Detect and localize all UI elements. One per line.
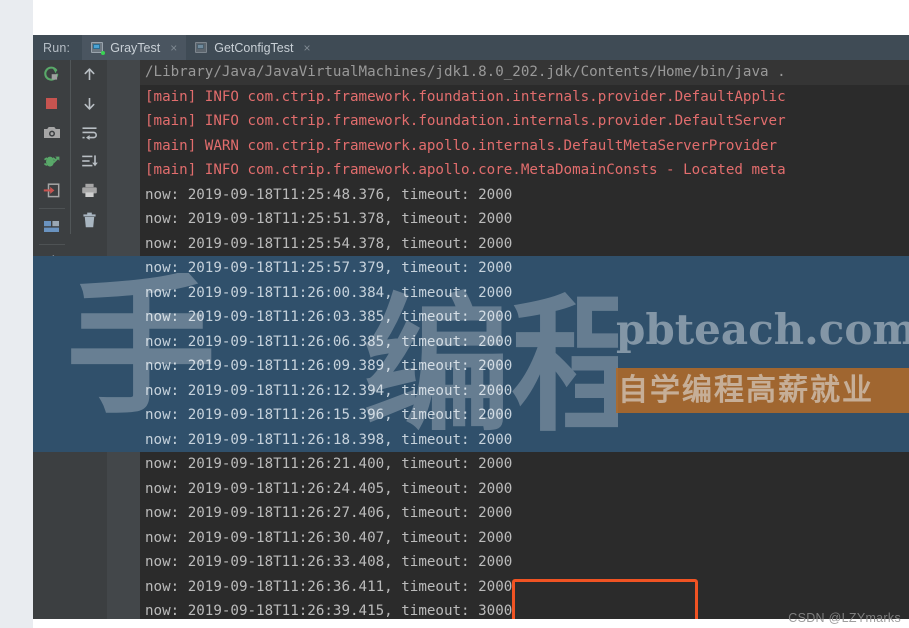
console-line: now: 2019-09-18T11:26:33.408, timeout: 2… [145, 554, 513, 570]
trash-icon[interactable] [71, 205, 107, 234]
console-selection-band-left [33, 256, 140, 452]
page-background-bottom-strip [33, 619, 909, 628]
tab-graytest-close-icon[interactable]: × [170, 42, 177, 54]
console-line: [main] INFO com.ctrip.framework.foundati… [145, 113, 786, 129]
run-configuration-icon [91, 41, 106, 55]
console-line: /Library/Java/JavaVirtualMachines/jdk1.8… [140, 60, 909, 85]
console-line: now: 2019-09-18T11:26:09.389, timeout: 2… [140, 354, 909, 379]
run-tool-window: Run: GrayTest × GetConfigTest × /Library… [33, 35, 909, 619]
console-output[interactable]: /Library/Java/JavaVirtualMachines/jdk1.8… [140, 60, 909, 619]
console-line: now: 2019-09-18T11:25:48.376, timeout: 2… [145, 186, 513, 203]
rerun-icon[interactable] [33, 60, 70, 89]
arrow-up-icon[interactable] [71, 60, 107, 89]
page-background-left-strip [0, 0, 33, 628]
layout-icon[interactable] [33, 212, 70, 241]
print-icon[interactable] [71, 176, 107, 205]
arrow-down-icon[interactable] [71, 89, 107, 118]
console-line: now: 2019-09-18T11:26:27.406, timeout: 2… [145, 505, 513, 521]
page-background-top-strip [0, 0, 909, 35]
console-line: now: 2019-09-18T11:26:03.385, timeout: 2… [140, 305, 909, 330]
debug-icon[interactable] [33, 147, 70, 176]
scroll-to-end-icon[interactable] [71, 147, 107, 176]
console-line: now: 2019-09-18T11:25:51.378, timeout: 2… [145, 211, 513, 227]
console-line: now: 2019-09-18T11:26:21.400, timeout: 2… [145, 456, 513, 472]
tab-getconfigtest-label: GetConfigTest [214, 40, 294, 55]
soft-wrap-icon[interactable] [71, 118, 107, 147]
csdn-credit-watermark: CSDN @LZYmarks [788, 611, 901, 625]
console-line: now: 2019-09-18T11:26:24.405, timeout: 2… [145, 480, 513, 497]
console-line: now: 2019-09-18T11:26:00.384, timeout: 2… [140, 280, 909, 305]
run-window-label: Run: [43, 40, 71, 55]
console-line: [main] INFO com.ctrip.framework.foundati… [145, 88, 786, 105]
camera-icon[interactable] [33, 118, 70, 147]
run-toolbar-primary-column [33, 60, 70, 277]
console-line: now: 2019-09-18T11:26:15.396, timeout: 2… [140, 403, 909, 428]
tab-getconfigtest-close-icon[interactable]: × [303, 42, 310, 54]
console-line: now: 2019-09-18T11:26:36.411, timeout: 2… [145, 578, 513, 595]
stop-icon[interactable] [33, 89, 70, 118]
run-configuration-icon [195, 41, 208, 54]
toolbar-separator [38, 244, 65, 245]
console-line: [main] INFO com.ctrip.framework.apollo.c… [145, 162, 786, 178]
toolbar-separator [38, 208, 65, 209]
run-tab-bar: Run: GrayTest × GetConfigTest × [33, 35, 909, 60]
console-line: now: 2019-09-18T11:26:30.407, timeout: 2… [145, 529, 513, 546]
tab-graytest[interactable]: GrayTest × [82, 35, 187, 60]
run-toolbar-secondary-column [70, 60, 107, 234]
console-line: now: 2019-09-18T11:26:12.394, timeout: 2… [140, 378, 909, 403]
console-line: now: 2019-09-18T11:26:18.398, timeout: 2… [140, 427, 909, 452]
export-icon[interactable] [33, 176, 70, 205]
tab-graytest-label: GrayTest [110, 40, 161, 55]
console-line: now: 2019-09-18T11:26:06.385, timeout: 2… [140, 329, 909, 354]
console-line: now: 2019-09-18T11:25:54.378, timeout: 2… [145, 235, 513, 252]
tab-getconfigtest[interactable]: GetConfigTest × [186, 35, 319, 60]
console-line: [main] WARN com.ctrip.framework.apollo.i… [145, 137, 778, 154]
console-line: now: 2019-09-18T11:25:57.379, timeout: 2… [140, 256, 909, 281]
